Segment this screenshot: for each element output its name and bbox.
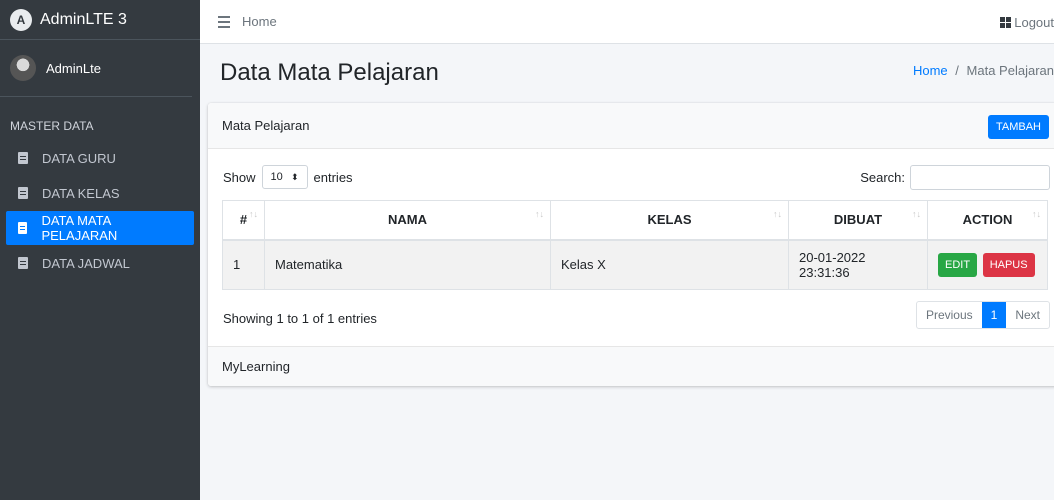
column-header-action[interactable]: ACTION ↑↓: [927, 200, 1048, 241]
column-header-label: DIBUAT: [833, 212, 883, 228]
cell-kelas: Kelas X: [550, 239, 789, 290]
column-header-label: #: [239, 212, 248, 228]
cell-dibuat: 20-01-2022 23:31:36: [788, 239, 928, 290]
entries-select[interactable]: 10 ⬍: [261, 165, 308, 189]
sort-icon: ↑↓: [535, 209, 544, 219]
card-title: Mata Pelajaran: [222, 118, 310, 133]
column-header-nama[interactable]: NAMA ↑↓: [264, 200, 551, 241]
column-header-label: ACTION: [962, 212, 1013, 228]
sidebar-item-data-kelas[interactable]: DATA KELAS: [6, 176, 194, 210]
page-title: Data Mata Pelajaran: [220, 59, 439, 86]
menu-toggle-icon[interactable]: [218, 15, 230, 28]
column-header-kelas[interactable]: KELAS ↑↓: [550, 200, 789, 241]
sidebar-item-label: DATA MATA PELAJARAN: [41, 213, 118, 243]
sort-icon: ↑↓: [912, 209, 921, 219]
column-header-label: KELAS: [647, 212, 692, 228]
column-header-dibuat[interactable]: DIBUAT ↑↓: [788, 200, 928, 241]
grid-icon: [1000, 16, 1012, 28]
brand-title: AdminLTE 3: [40, 10, 127, 28]
table-header-row: # ↑↓ NAMA ↑↓ KELAS ↑↓ DIBUAT ↑↓ ACTION ↑↓: [222, 200, 1048, 241]
sort-icon: ↑↓: [773, 209, 782, 219]
show-label: Show: [223, 169, 256, 185]
clipboard-icon: [18, 257, 28, 269]
sidebar: A AdminLTE 3 AdminLte MASTER DATA DATA G…: [0, 0, 200, 500]
breadcrumb-separator: /: [955, 63, 959, 78]
entries-control: Show 10 ⬍ entries: [223, 165, 353, 189]
entries-label: entries: [313, 169, 353, 185]
data-table: # ↑↓ NAMA ↑↓ KELAS ↑↓ DIBUAT ↑↓ ACTION ↑↓ 1 M…: [222, 200, 1048, 290]
search-label: Search:: [860, 170, 905, 185]
sidebar-item-data-mata-pelajaran[interactable]: DATA MATA PELAJARAN: [6, 211, 194, 245]
search-input[interactable]: [910, 165, 1050, 190]
add-button[interactable]: TAMBAH: [987, 115, 1049, 139]
sort-icon: ↑↓: [249, 209, 258, 219]
logout-link[interactable]: Logout: [1000, 0, 1054, 44]
cell-nama: Matematika: [264, 239, 551, 290]
breadcrumb-current: Mata Pelajaran: [966, 63, 1054, 78]
top-home-link[interactable]: Home: [242, 14, 277, 29]
sidebar-item-data-jadwal[interactable]: DATA JADWAL: [6, 246, 194, 280]
clipboard-icon: [18, 152, 28, 164]
cell-action: EDIT HAPUS: [927, 239, 1048, 290]
sidebar-item-label: DATA JADWAL: [42, 255, 130, 271]
breadcrumb: Home / Mata Pelajaran: [913, 63, 1054, 78]
card-footer: MyLearning: [208, 346, 1054, 386]
search-control: Search:: [860, 165, 1050, 190]
sidebar-item-label: DATA KELAS: [42, 185, 120, 201]
entries-value: 10: [270, 171, 283, 183]
clipboard-icon: [18, 222, 28, 234]
column-header-no[interactable]: # ↑↓: [222, 200, 265, 241]
pagination-next[interactable]: Next: [1006, 302, 1049, 328]
breadcrumb-home[interactable]: Home: [913, 63, 948, 78]
table-info: Showing 1 to 1 of 1 entries: [223, 311, 377, 326]
delete-button[interactable]: HAPUS: [982, 252, 1035, 277]
pagination: Previous 1 Next: [915, 301, 1050, 329]
table-row: 1 Matematika Kelas X 20-01-2022 23:31:36…: [222, 239, 1048, 290]
sidebar-item-label: DATA GURU: [42, 150, 116, 166]
column-header-label: NAMA: [388, 212, 427, 228]
sort-icon: ↑↓: [1032, 209, 1041, 219]
card-header: Mata Pelajaran TAMBAH: [208, 103, 1054, 149]
sidebar-item-data-guru[interactable]: DATA GURU: [6, 141, 194, 175]
edit-button[interactable]: EDIT: [938, 252, 978, 277]
pagination-page-current[interactable]: 1: [981, 302, 1007, 328]
pagination-previous[interactable]: Previous: [917, 302, 982, 328]
user-name: AdminLte: [46, 60, 101, 76]
nav-header: MASTER DATA: [10, 119, 94, 133]
mata-pelajaran-card: Mata Pelajaran TAMBAH Show 10 ⬍ entries …: [208, 103, 1054, 386]
user-panel[interactable]: AdminLte: [0, 40, 192, 97]
clipboard-icon: [18, 187, 28, 199]
cell-no: 1: [222, 239, 265, 290]
logout-label: Logout: [1014, 14, 1054, 30]
top-navbar: Home Logout: [200, 0, 1054, 44]
brand-logo-icon: A: [10, 8, 32, 31]
select-arrows-icon: ⬍: [290, 171, 299, 182]
avatar: [10, 55, 36, 81]
brand-link[interactable]: A AdminLTE 3: [0, 0, 200, 40]
